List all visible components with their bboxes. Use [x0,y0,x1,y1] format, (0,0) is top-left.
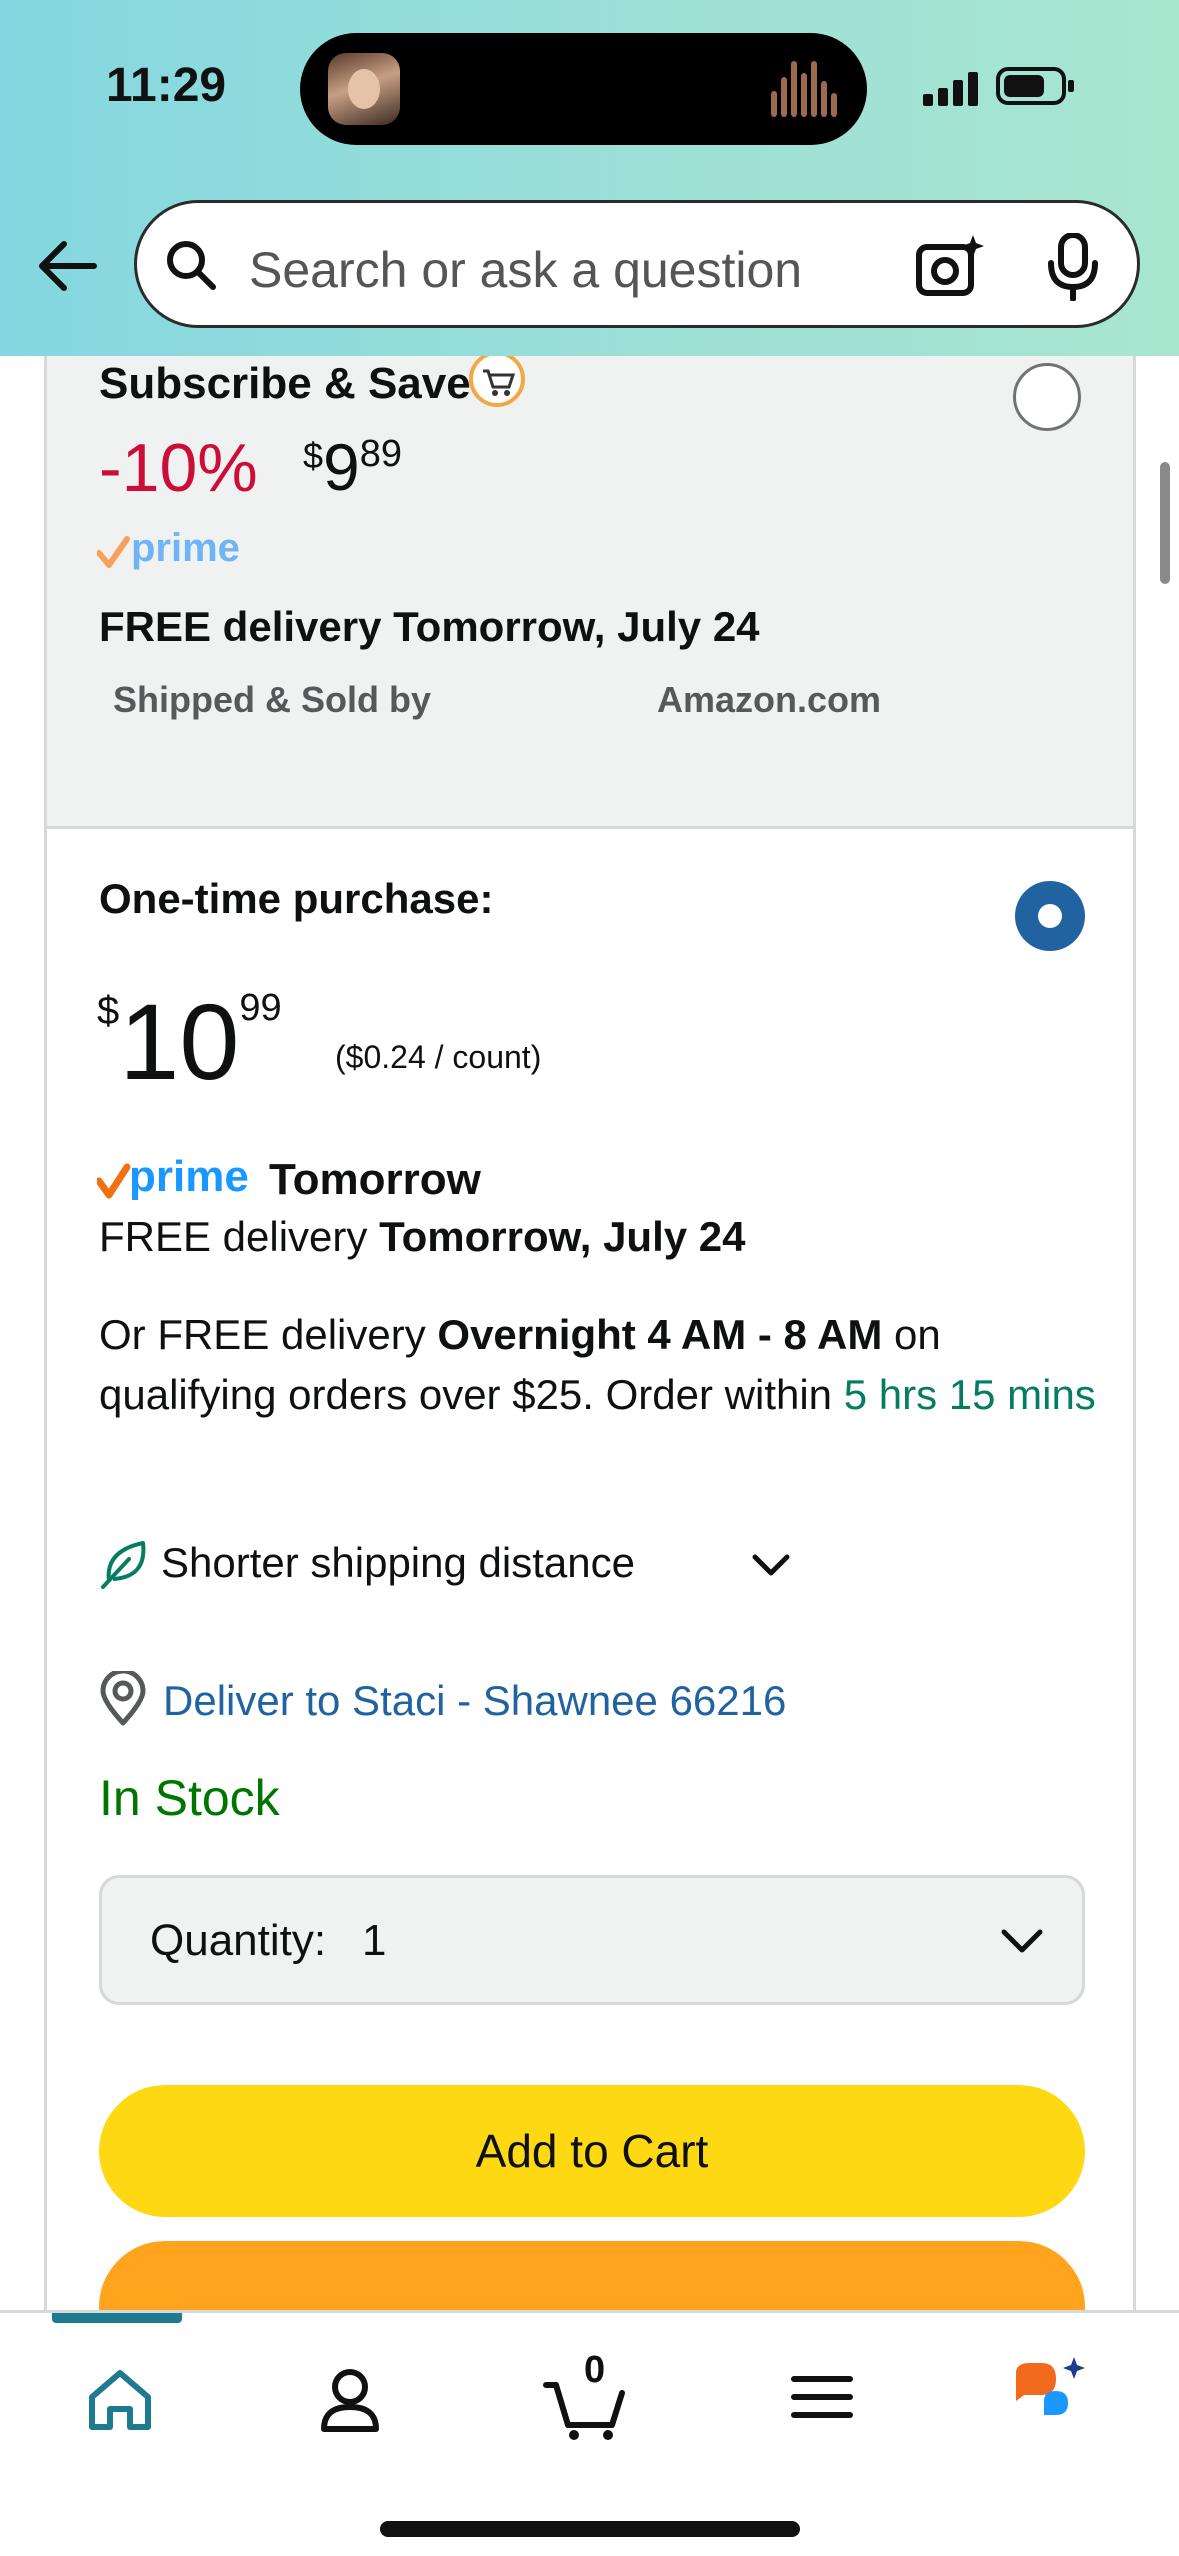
subscribe-delivery-date: FREE delivery Tomorrow, July 24 [99,603,760,650]
prime-logo-icon: prime [97,1152,249,1201]
battery-icon [996,67,1074,105]
chevron-down-icon [1001,1929,1043,1953]
camera-lens-icon[interactable] [915,233,985,297]
one-time-purchase-option[interactable]: One-time purchase: $1099 ($0.24 / count)… [44,826,1136,2312]
bottom-tab-bar: 0 [0,2310,1179,2556]
add-to-cart-button[interactable]: Add to Cart [99,2085,1085,2217]
subscribe-save-title: Subscribe & Save [99,359,471,408]
quantity-value: 1 [362,1916,387,1965]
search-bar[interactable]: Search or ask a question [134,200,1140,328]
tab-account[interactable] [300,2347,400,2447]
order-countdown: 5 hrs 15 mins [843,1371,1096,1418]
discount-percent: -10% [99,430,258,506]
home-indicator[interactable] [380,2521,800,2537]
tab-cart[interactable]: 0 [538,2347,638,2447]
back-arrow-icon[interactable] [34,238,98,294]
quantity-dropdown[interactable]: Quantity: 1 [99,1875,1085,2005]
rufus-assistant-icon [1016,2357,1085,2415]
location-pin-icon [100,1671,146,1726]
cart-count-badge: 0 [584,2349,606,2391]
free-delivery-line: FREE delivery Tomorrow, July 24 [99,1213,746,1260]
active-tab-indicator [52,2313,182,2323]
stock-status: In Stock [99,1770,280,1826]
subscribe-save-option[interactable]: Subscribe & Save -10% $989 prime FREE de… [44,356,1136,828]
subscribe-price: $989 [303,430,403,504]
tab-rufus[interactable] [1004,2347,1104,2447]
now-playing-avatar [328,53,400,125]
status-time: 11:29 [106,59,227,112]
unit-price: ($0.24 / count) [335,1039,542,1075]
one-time-price: $1099 [97,981,282,1102]
buy-box: Subscribe & Save -10% $989 prime FREE de… [0,356,1179,2312]
account-icon [321,2369,379,2432]
quantity-label: Quantity: [150,1916,327,1965]
shipped-sold-label: Shipped & Sold by [113,679,432,720]
header: 11:29 Search or ask a question [0,0,1179,356]
dynamic-island[interactable] [300,33,867,145]
microphone-icon[interactable] [1045,233,1101,301]
svg-text:prime: prime [131,526,240,570]
tab-home[interactable] [70,2347,170,2447]
search-icon [167,241,216,290]
chevron-down-icon [752,1554,790,1576]
buy-now-button[interactable]: Buy Now [99,2241,1085,2312]
deliver-to-label: Deliver to Staci - Shawnee 66216 [163,1677,787,1724]
tab-menu[interactable] [772,2347,872,2447]
leaf-icon [101,1541,146,1589]
menu-icon [791,2376,853,2418]
overnight-delivery-text: Or FREE delivery Overnight 4 AM - 8 AM o… [99,1311,1096,1418]
scrollbar[interactable] [1160,462,1170,584]
home-icon [89,2370,151,2430]
shorter-shipping-label: Shorter shipping distance [161,1539,635,1586]
one-time-purchase-title: One-time purchase: [99,875,494,922]
cellular-signal-icon [923,70,979,106]
one-time-purchase-radio[interactable] [1015,881,1085,951]
audio-wave-icon [771,61,841,117]
search-input[interactable]: Search or ask a question [249,241,802,299]
subscribe-cart-icon [469,356,525,407]
prime-speed-label: Tomorrow [269,1155,481,1204]
shipped-sold-value[interactable]: Amazon.com [657,679,881,721]
subscribe-save-radio[interactable] [1013,363,1081,431]
prime-logo-icon: prime [97,526,240,570]
svg-text:prime: prime [129,1152,249,1201]
